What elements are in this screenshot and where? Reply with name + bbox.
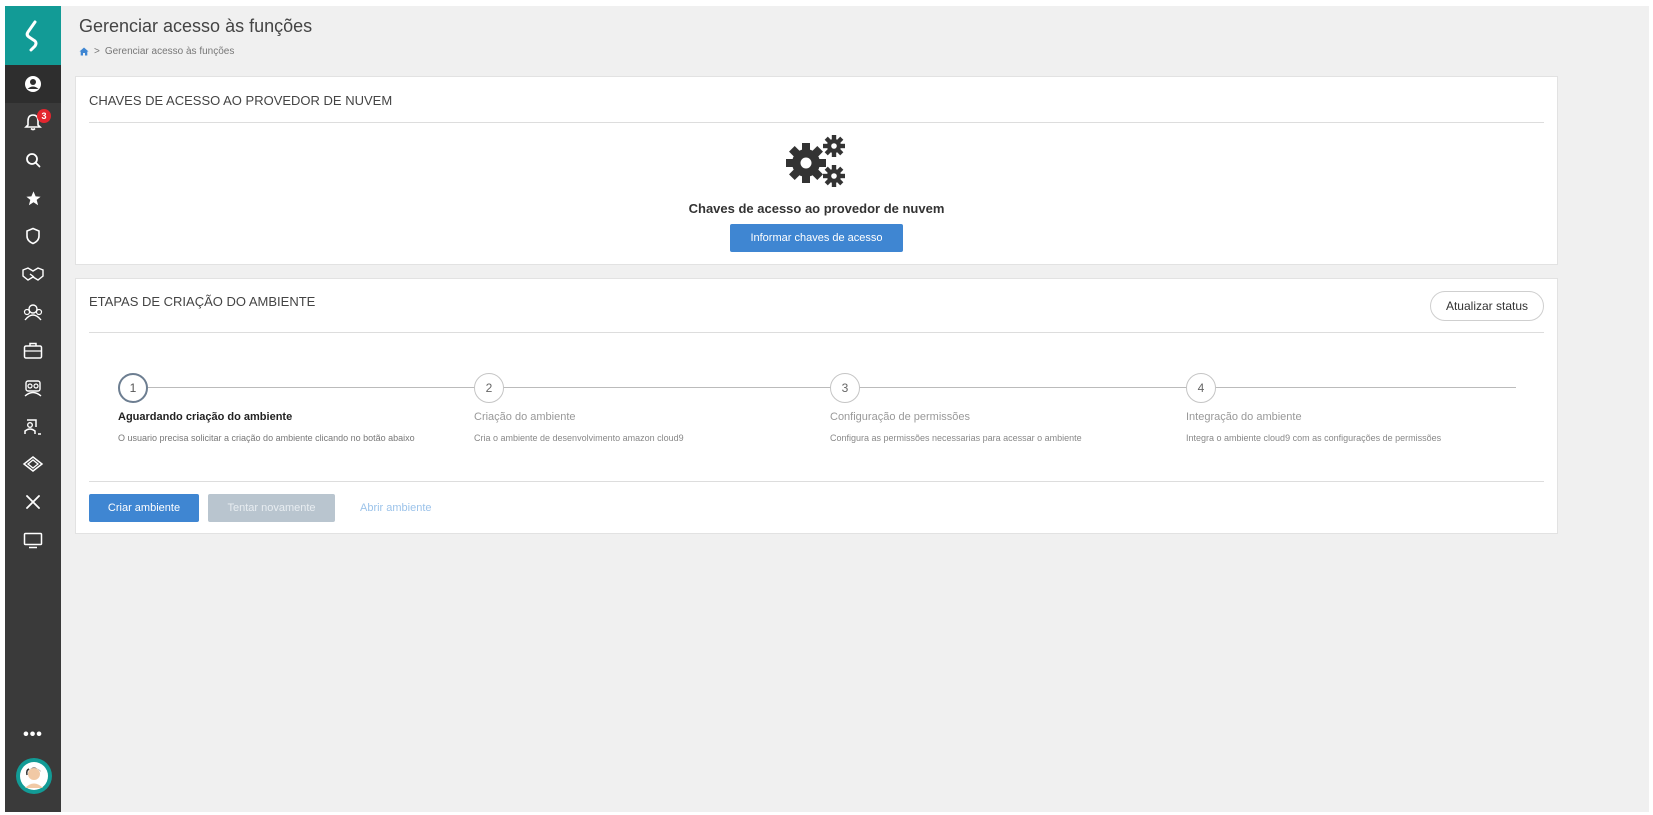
environment-stepper: 1 Aguardando criação do ambiente O usuar… [118,373,1516,463]
step-description: Configura as permissões necessarias para… [830,433,1082,443]
cloud-keys-header: CHAVES DE ACESSO AO PROVEDOR DE NUVEM [89,77,1544,123]
nav-tools[interactable] [5,483,61,521]
nav-search[interactable] [5,141,61,179]
breadcrumb: > Gerenciar acesso às funções [79,46,234,57]
step-number: 3 [830,373,860,403]
gears-icon [785,135,845,187]
environment-actions: Criar ambiente Tentar novamente Abrir am… [89,494,432,522]
step-number: 4 [1186,373,1216,403]
avatar[interactable] [16,758,52,794]
step-3: 3 Configuração de permissões Configura a… [830,373,1190,443]
handshake-icon [22,267,44,281]
cloud-keys-empty-state: Chaves de acesso ao provedor de nuvem In… [76,133,1557,252]
more-button[interactable]: ••• [5,720,61,750]
monitor-icon [23,532,43,548]
search-icon [26,153,41,168]
cloud-keys-title: CHAVES DE ACESSO AO PROVEDOR DE NUVEM [89,93,393,108]
environment-header: ETAPAS DE CRIAÇÃO DO AMBIENTE Atualizar … [89,279,1544,333]
nav-groups[interactable] [5,369,61,407]
nav-business[interactable] [5,331,61,369]
step-number: 1 [118,373,148,403]
inform-keys-button[interactable]: Informar chaves de acesso [730,224,903,252]
user-avatar-icon [20,762,48,790]
nav-deals[interactable] [5,255,61,293]
step-title: Aguardando criação do ambiente [118,411,293,423]
step-description: Cria o ambiente de desenvolvimento amazo… [474,433,684,443]
open-environment-link[interactable]: Abrir ambiente [360,502,432,514]
person-board-icon [24,419,41,435]
app-logo-icon [25,20,38,51]
environment-panel: ETAPAS DE CRIAÇÃO DO AMBIENTE Atualizar … [75,278,1558,534]
refresh-status-button[interactable]: Atualizar status [1430,291,1544,321]
step-title: Criação do ambiente [474,411,576,423]
create-environment-button[interactable]: Criar ambiente [89,494,199,522]
partnership-icon [22,456,44,472]
actions-divider [89,481,1544,482]
step-1: 1 Aguardando criação do ambiente O usuar… [118,373,478,443]
home-icon[interactable] [79,47,89,56]
step-number: 2 [474,373,504,403]
step-description: Integra o ambiente cloud9 com as configu… [1186,433,1442,443]
environment-title: ETAPAS DE CRIAÇÃO DO AMBIENTE [89,294,316,309]
briefcase-icon [23,342,43,359]
team-icon [23,304,43,321]
page-title: Gerenciar acesso às funções [79,16,313,36]
retry-button[interactable]: Tentar novamente [208,494,335,522]
cloud-keys-empty-title: Chaves de acesso ao provedor de nuvem [688,201,945,216]
sidebar: 3 ••• [5,6,61,812]
user-circle-icon [25,76,41,92]
tools-icon [26,495,40,509]
profile-button[interactable] [5,65,61,103]
step-4: 4 Integração do ambiente Integra o ambie… [1186,373,1546,443]
step-title: Integração do ambiente [1186,411,1302,423]
group-icon [24,380,42,397]
nav-team[interactable] [5,293,61,331]
nav-favorites[interactable] [5,179,61,217]
star-icon [25,190,41,205]
nav-security[interactable] [5,217,61,255]
nav-monitor[interactable] [5,521,61,559]
nav-notifications[interactable]: 3 [5,103,61,141]
cloud-keys-panel: CHAVES DE ACESSO AO PROVEDOR DE NUVEM Ch… [75,76,1558,265]
nav-partnerships[interactable] [5,445,61,483]
breadcrumb-separator: > [94,46,100,57]
main-content: Gerenciar acesso às funções > Gerenciar … [61,6,1649,812]
nav-presentation[interactable] [5,407,61,445]
step-title: Configuração de permissões [830,411,971,423]
breadcrumb-current: Gerenciar acesso às funções [104,46,235,57]
notification-badge: 3 [37,109,51,123]
step-description: O usuario precisa solicitar a criação do… [118,433,415,443]
app-logo[interactable] [5,6,61,65]
step-2: 2 Criação do ambiente Cria o ambiente de… [474,373,834,443]
shield-icon [26,227,40,245]
